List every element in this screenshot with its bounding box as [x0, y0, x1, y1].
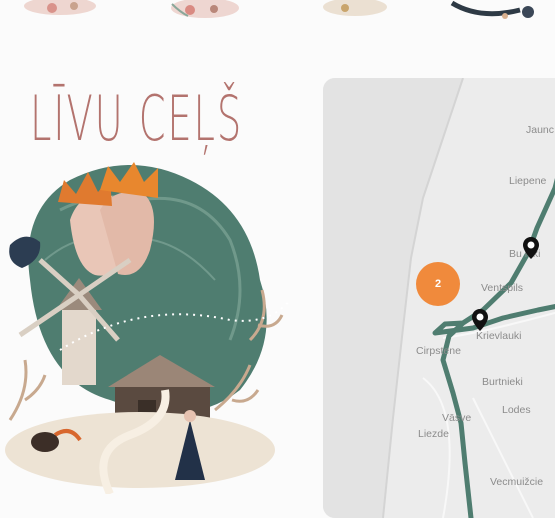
map-pin-icon — [472, 309, 488, 331]
illustration-artwork-icon — [5, 162, 291, 496]
map-label-liepene: Liepene — [509, 175, 547, 187]
map-pin-icon — [523, 237, 539, 259]
map-label-vecmuiz: Vecmuižcie — [490, 476, 544, 488]
map-label-cirpstene: Cirpstene — [416, 345, 461, 357]
map-cluster-marker[interactable]: 2 — [416, 262, 460, 306]
route-map[interactable]: Jaunc Liepene Bu ieki Ventspils Hi Kriev… — [323, 78, 555, 518]
page-title: LĪVU CEĻŠ — [30, 82, 244, 155]
floral-decoration-icon — [24, 0, 534, 19]
map-label-ventspils: Ventspils — [481, 282, 524, 294]
map-label-vasve: Vāsve — [442, 412, 472, 424]
cluster-count: 2 — [434, 278, 442, 290]
map-label-jaunciems: Jaunc — [526, 124, 555, 136]
map-label-liezde: Liezde — [418, 428, 449, 440]
map-label-burtnieki: Burtnieki — [482, 376, 523, 388]
map-pin-krievlauki[interactable] — [471, 308, 489, 332]
map-pin-busnieki[interactable] — [522, 236, 540, 260]
map-label-lodes: Lodes — [502, 404, 531, 416]
livonian-illustration — [0, 150, 300, 496]
top-decoration — [0, 0, 555, 30]
